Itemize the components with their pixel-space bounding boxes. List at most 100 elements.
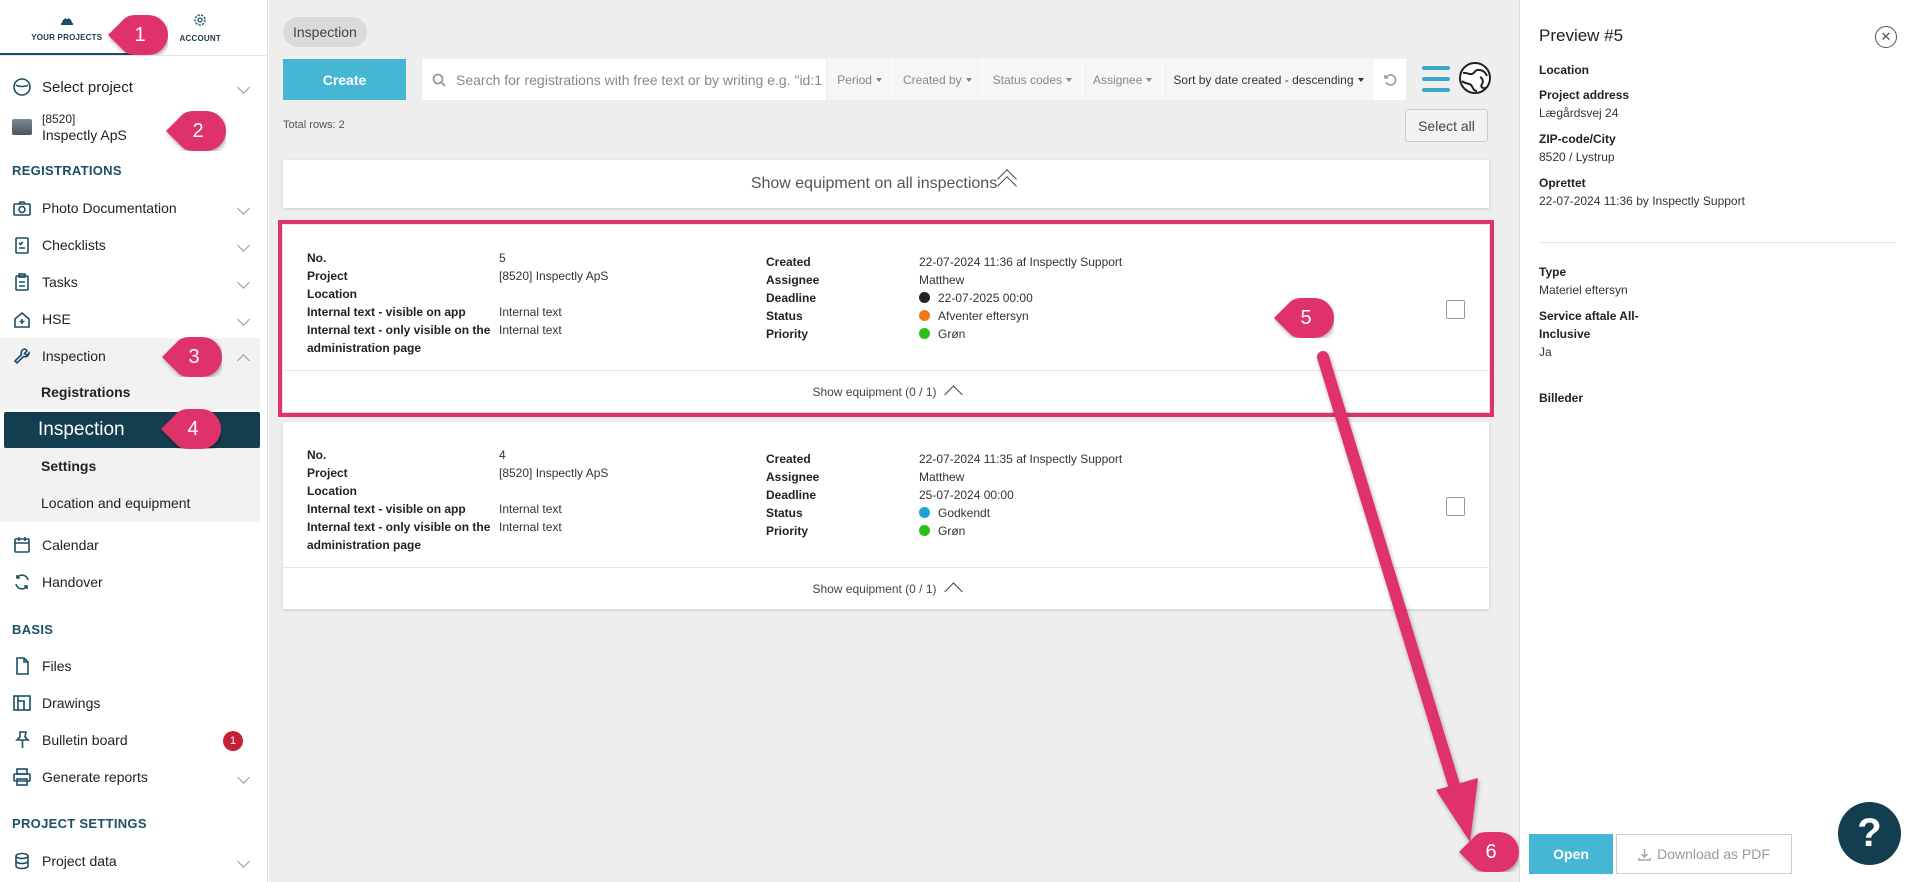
sidebar-item-label: Generate reports — [42, 769, 148, 785]
chevron-down-icon — [237, 202, 250, 215]
value-created: 22-07-2024 11:36 af Inspectly Support — [919, 255, 1123, 269]
value-status: Godkendt — [919, 504, 1219, 522]
sidebar-item-label: Handover — [42, 574, 103, 590]
map-view-icon[interactable] — [1458, 61, 1492, 95]
list-view-button[interactable] — [1422, 66, 1450, 92]
create-button[interactable]: Create — [283, 59, 406, 100]
inspection-card[interactable]: No. Project Location Internal text - vis… — [283, 422, 1489, 609]
search-input[interactable] — [456, 71, 826, 88]
label-no: No. — [307, 448, 327, 462]
callout-6: 6 — [1457, 832, 1519, 872]
project-avatar — [12, 119, 32, 135]
show-equipment-all-toggle[interactable]: Show equipment on all inspections — [283, 160, 1489, 208]
card-values-right: 22-07-2024 11:35 af Inspectly Support Ma… — [919, 450, 1219, 540]
value-no: 4 — [499, 448, 506, 462]
sidebar-item-label: Bulletin board — [42, 732, 128, 748]
show-equipment-toggle[interactable]: Show equipment (0 / 1) — [283, 567, 1489, 609]
undo-icon — [1384, 73, 1397, 86]
callout-number: 4 — [187, 417, 199, 440]
breadcrumb[interactable]: Inspection — [283, 17, 367, 47]
callout-2: 2 — [164, 111, 226, 151]
sidebar-item-bulletin-board[interactable]: Bulletin board — [0, 728, 260, 752]
status-codes-filter[interactable]: Status codes — [982, 59, 1084, 100]
sidebar-subitem-registrations[interactable]: Registrations — [0, 374, 260, 410]
label-internal-admin-cont: administration page — [307, 538, 422, 552]
created-by-filter[interactable]: Created by — [892, 59, 983, 100]
database-icon — [11, 850, 33, 872]
value-deadline-text: 22-07-2025 00:00 — [938, 291, 1033, 305]
sidebar-item-tasks[interactable]: Tasks — [0, 270, 260, 294]
wrench-icon — [11, 345, 33, 367]
help-button[interactable]: ? — [1838, 802, 1901, 865]
chevron-up-icon — [943, 385, 963, 404]
sidebar-item-photo-documentation[interactable]: Photo Documentation — [0, 196, 260, 220]
callout-number: 2 — [192, 119, 204, 142]
preview-type: Type Materiel eftersyn — [1539, 263, 1659, 299]
show-equipment-label: Show equipment (0 / 1) — [812, 384, 937, 399]
card-select-checkbox[interactable] — [1446, 300, 1465, 319]
value-location — [499, 285, 759, 303]
sidebar-item-project-data[interactable]: Project data — [0, 849, 260, 873]
sidebar: YOUR PROJECTS ACCOUNT Select project [85… — [0, 0, 268, 882]
label-priority: Priority — [766, 524, 809, 538]
label-created: Created — [766, 452, 811, 466]
sidebar-subitem-inspection[interactable]: Inspection — [4, 412, 260, 448]
sidebar-item-files[interactable]: Files — [0, 654, 260, 678]
priority-dot — [919, 525, 930, 536]
label-internal-admin: Internal text - only visible on the — [307, 520, 491, 534]
sidebar-item-hse[interactable]: HSE — [0, 307, 260, 331]
status-dot — [919, 310, 930, 321]
show-equipment-all-label: Show equipment on all inspections — [750, 175, 998, 192]
sidebar-subitem-location-equipment[interactable]: Location and equipment — [0, 484, 260, 522]
download-icon — [1638, 848, 1651, 861]
callout-number: 3 — [188, 345, 200, 368]
label-internal-app: Internal text - visible on app — [307, 305, 466, 319]
select-project-dropdown[interactable]: Select project — [0, 74, 260, 100]
sidebar-subitem-settings[interactable]: Settings — [0, 448, 260, 484]
sidebar-item-checklists[interactable]: Checklists — [0, 233, 260, 257]
show-equipment-toggle[interactable]: Show equipment (0 / 1) — [283, 370, 1489, 412]
reset-filters-button[interactable] — [1375, 59, 1406, 100]
preview-title: Preview #5 — [1539, 26, 1624, 45]
sidebar-item-drawings[interactable]: Drawings — [0, 691, 260, 715]
house-icon — [11, 308, 33, 330]
label-priority: Priority — [766, 327, 809, 341]
download-pdf-button[interactable]: Download as PDF — [1616, 834, 1792, 874]
sidebar-item-calendar[interactable]: Calendar — [0, 533, 260, 557]
project-code: [8520] — [42, 112, 76, 126]
chevron-up-icon — [237, 354, 250, 367]
value-status: Afventer eftersyn — [919, 307, 1219, 325]
pin-icon — [11, 729, 33, 751]
assignee-filter[interactable]: Assignee — [1083, 59, 1164, 100]
callout-number: 5 — [1300, 306, 1312, 329]
preview-service-label: Service aftale All-Inclusive — [1539, 309, 1639, 341]
preview-created-value: 22-07-2024 11:36 by Inspectly Support — [1539, 194, 1745, 208]
label-internal-app: Internal text - visible on app — [307, 502, 466, 516]
callout-4: 4 — [159, 409, 221, 449]
chevron-down-icon — [237, 855, 250, 868]
card-select-checkbox[interactable] — [1446, 497, 1465, 516]
menu-bar — [1422, 77, 1450, 81]
card-labels-right: Created Assignee Deadline Status Priorit… — [766, 253, 916, 343]
sidebar-item-label: Drawings — [42, 695, 101, 711]
preview-location-label: Location — [1539, 63, 1589, 77]
chevron-down-icon — [237, 313, 250, 326]
open-button[interactable]: Open — [1529, 834, 1613, 874]
sort-dropdown[interactable]: Sort by date created - descending — [1163, 59, 1375, 100]
chevron-down-icon — [237, 771, 250, 784]
value-assignee: Matthew — [919, 470, 965, 484]
label-location: Location — [307, 287, 357, 301]
value-priority: Grøn — [919, 522, 1219, 540]
close-icon[interactable]: ✕ — [1875, 26, 1897, 48]
sidebar-item-generate-reports[interactable]: Generate reports — [0, 765, 260, 789]
preview-created: Oprettet 22-07-2024 11:36 by Inspectly S… — [1539, 174, 1745, 210]
chevron-down-icon — [237, 81, 250, 94]
select-all-button[interactable]: Select all — [1405, 109, 1488, 142]
preview-address-value: Lægårdsvej 24 — [1539, 106, 1619, 120]
sidebar-item-handover[interactable]: Handover — [0, 570, 260, 594]
value-created: 22-07-2024 11:35 af Inspectly Support — [919, 452, 1123, 466]
main-content: Inspection Create Period Created by Stat… — [269, 0, 1519, 882]
download-pdf-label: Download as PDF — [1657, 846, 1770, 862]
value-project: [8520] Inspectly ApS — [499, 269, 609, 283]
period-filter[interactable]: Period — [827, 59, 893, 100]
